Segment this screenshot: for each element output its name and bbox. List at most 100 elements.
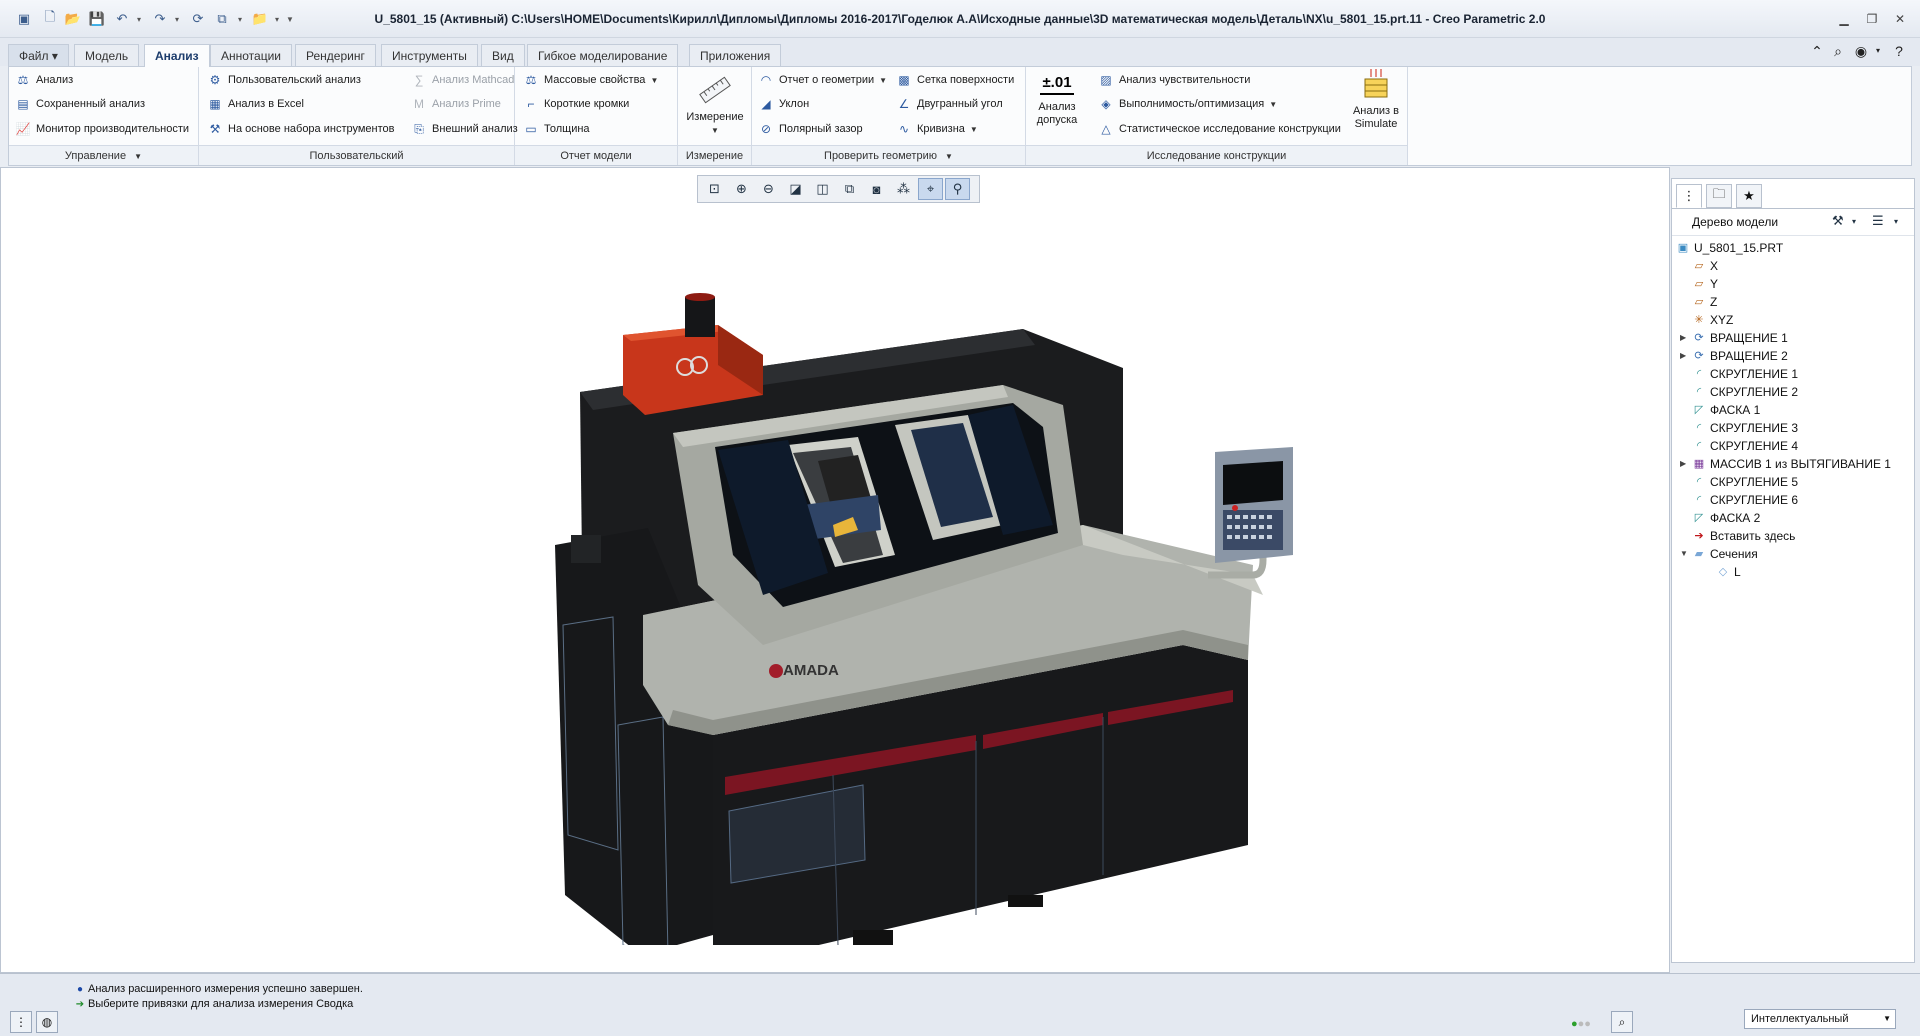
zoom-in-icon[interactable]: ⊕: [729, 178, 754, 200]
repaint-icon[interactable]: ◪: [783, 178, 808, 200]
search-icon[interactable]: ⌕: [1827, 40, 1849, 62]
tree-node[interactable]: ◸ ФАСКА 1: [1672, 401, 1914, 419]
tree-show-icon[interactable]: ☰: [1872, 213, 1884, 229]
tree-node[interactable]: ▱ X: [1672, 257, 1914, 275]
community-dropdown-icon[interactable]: ▾: [1867, 40, 1889, 62]
tree-settings-dropdown-icon[interactable]: ▾: [1852, 217, 1856, 226]
tree-node[interactable]: ▱ Z: [1672, 293, 1914, 311]
maximize-icon[interactable]: ❐: [1861, 10, 1883, 28]
customize-qat-icon[interactable]: ▾: [272, 9, 282, 29]
regenerate-icon[interactable]: ⟳: [188, 9, 208, 29]
selection-filter[interactable]: Интеллектуальный ▼: [1744, 1009, 1896, 1029]
open-file-icon[interactable]: 📂: [63, 9, 83, 29]
folder-browser-tab-icon[interactable]: 🗀: [1706, 184, 1732, 208]
saved-analysis-button[interactable]: ▤ Сохраненный анализ: [15, 93, 145, 115]
statistical-design-study-button[interactable]: △ Статистическое исследование конструкции: [1098, 118, 1341, 140]
toggle-navigator-icon[interactable]: ⋮: [10, 1011, 32, 1033]
saved-orientations-icon[interactable]: ⧉: [837, 178, 862, 200]
polar-clearance-button[interactable]: ⊘ Полярный зазор: [758, 118, 863, 140]
view-manager-icon[interactable]: ◙: [864, 178, 889, 200]
model-view[interactable]: AMADA: [463, 255, 1323, 945]
simulate-analysis-button[interactable]: Анализ в Simulate: [1346, 67, 1406, 131]
collapse-arrow-icon[interactable]: ▼: [1680, 545, 1690, 563]
tree-node[interactable]: ◜ СКРУГЛЕНИЕ 3: [1672, 419, 1914, 437]
analysis-button[interactable]: ⚖ Анализ: [15, 69, 74, 91]
spin-center-icon[interactable]: ⌖: [918, 178, 943, 200]
tree-node[interactable]: ▶ ▦ МАССИВ 1 из ВЫТЯГИВАНИЕ 1: [1672, 455, 1914, 473]
tab-analysis[interactable]: Анализ: [144, 44, 210, 67]
tolerance-analysis-button[interactable]: ±.01 Анализ допуска: [1028, 71, 1086, 127]
refit-icon[interactable]: ⊡: [702, 178, 727, 200]
annotation-display-icon[interactable]: ⚲: [945, 178, 970, 200]
redo-dropdown-icon[interactable]: ▾: [172, 9, 182, 29]
excel-analysis-button[interactable]: ▦ Анализ в Excel: [207, 93, 304, 115]
tree-show-dropdown-icon[interactable]: ▾: [1894, 217, 1898, 226]
zoom-out-icon[interactable]: ⊖: [756, 178, 781, 200]
model-tree-tab-icon[interactable]: ⋮: [1676, 184, 1702, 208]
tab-applications[interactable]: Приложения: [689, 44, 782, 66]
external-analysis-button[interactable]: ⎘ Внешний анализ: [411, 118, 518, 140]
display-style-icon[interactable]: ◫: [810, 178, 835, 200]
tab-model[interactable]: Модель: [74, 44, 140, 66]
tab-view[interactable]: Вид: [481, 44, 525, 66]
undo-dropdown-icon[interactable]: ▾: [134, 9, 144, 29]
group-manage-title[interactable]: Управление ▼: [9, 145, 198, 165]
tree-settings-icon[interactable]: ⚒: [1832, 213, 1844, 229]
windows-icon[interactable]: ⧉: [212, 9, 232, 29]
surface-mesh-button[interactable]: ▩ Сетка поверхности: [896, 69, 1014, 91]
minimize-icon[interactable]: ▁: [1833, 10, 1855, 28]
tree-node[interactable]: ◜ СКРУГЛЕНИЕ 2: [1672, 383, 1914, 401]
tree-node[interactable]: ◇ L: [1672, 563, 1914, 581]
dihedral-angle-button[interactable]: ∠ Двугранный угол: [896, 93, 1003, 115]
mathcad-analysis-button[interactable]: ∑ Анализ Mathcad: [411, 69, 515, 91]
draft-button[interactable]: ◢ Уклон: [758, 93, 809, 115]
performance-monitor-button[interactable]: 📈 Монитор производительности: [15, 118, 190, 140]
tab-rendering[interactable]: Рендеринг: [295, 44, 376, 66]
prime-analysis-button[interactable]: M Анализ Prime: [411, 93, 501, 115]
tree-node[interactable]: ◜ СКРУГЛЕНИЕ 5: [1672, 473, 1914, 491]
toolkit-analysis-button[interactable]: ⚒ На основе набора инструментов: [207, 118, 395, 140]
favorites-tab-icon[interactable]: ★: [1736, 184, 1762, 208]
save-icon[interactable]: 💾: [87, 9, 107, 29]
redo-icon[interactable]: ↷: [150, 9, 170, 29]
expand-arrow-icon[interactable]: ▶: [1680, 455, 1690, 473]
tree-node[interactable]: ➔ Вставить здесь: [1672, 527, 1914, 545]
short-edges-button[interactable]: ⌐ Короткие кромки: [523, 93, 629, 115]
help-icon[interactable]: ?: [1888, 40, 1910, 62]
tab-tools[interactable]: Инструменты: [381, 44, 478, 66]
tree-node[interactable]: ▼ ▰ Сечения: [1672, 545, 1914, 563]
sensitivity-analysis-button[interactable]: ▨ Анализ чувствительности: [1098, 69, 1250, 91]
geometry-report-button[interactable]: ◠ Отчет о геометрии ▼: [758, 69, 887, 91]
collapse-ribbon-icon[interactable]: ⌃: [1806, 40, 1828, 62]
tree-node[interactable]: ▣ U_5801_15.PRT: [1672, 239, 1914, 257]
custom-analysis-button[interactable]: ⚙ Пользовательский анализ: [207, 69, 361, 91]
tab-file[interactable]: Файл ▾: [8, 44, 69, 66]
close-icon[interactable]: ✕: [1889, 10, 1911, 28]
undo-icon[interactable]: ↶: [112, 9, 132, 29]
mass-properties-button[interactable]: ⚖ Массовые свойства ▼: [523, 69, 659, 91]
find-icon[interactable]: ⌕: [1611, 1011, 1633, 1033]
tree-node[interactable]: ◜ СКРУГЛЕНИЕ 4: [1672, 437, 1914, 455]
toggle-browser-icon[interactable]: ◍: [36, 1011, 58, 1033]
tree-node[interactable]: ▶ ⟳ ВРАЩЕНИЕ 1: [1672, 329, 1914, 347]
expand-arrow-icon[interactable]: ▶: [1680, 329, 1690, 347]
curvature-button[interactable]: ∿ Кривизна ▼: [896, 118, 978, 140]
expand-arrow-icon[interactable]: ▶: [1680, 347, 1690, 365]
feasibility-optimization-button[interactable]: ◈ Выполнимость/оптимизация ▼: [1098, 93, 1277, 115]
tree-node[interactable]: ◜ СКРУГЛЕНИЕ 1: [1672, 365, 1914, 383]
windows-dropdown-icon[interactable]: ▾: [235, 9, 245, 29]
tree-node[interactable]: ✳ XYZ: [1672, 311, 1914, 329]
tree-node[interactable]: ◸ ФАСКА 2: [1672, 509, 1914, 527]
new-file-icon[interactable]: 🗋: [40, 9, 60, 29]
datum-display-icon[interactable]: ⁂: [891, 178, 916, 200]
thickness-button[interactable]: ▭ Толщина: [523, 118, 589, 140]
close-window-icon[interactable]: 📁: [250, 9, 270, 29]
tree-node[interactable]: ▱ Y: [1672, 275, 1914, 293]
tree-node[interactable]: ▶ ⟳ ВРАЩЕНИЕ 2: [1672, 347, 1914, 365]
group-inspect-geometry-title[interactable]: Проверить геометрию ▼: [752, 145, 1025, 165]
qat-more-icon[interactable]: ▼: [285, 9, 295, 29]
measure-button[interactable]: Измерение ▼: [682, 73, 748, 137]
tab-annotations[interactable]: Аннотации: [210, 44, 292, 66]
tab-flexible-modeling[interactable]: Гибкое моделирование: [527, 44, 679, 66]
tree-node[interactable]: ◜ СКРУГЛЕНИЕ 6: [1672, 491, 1914, 509]
